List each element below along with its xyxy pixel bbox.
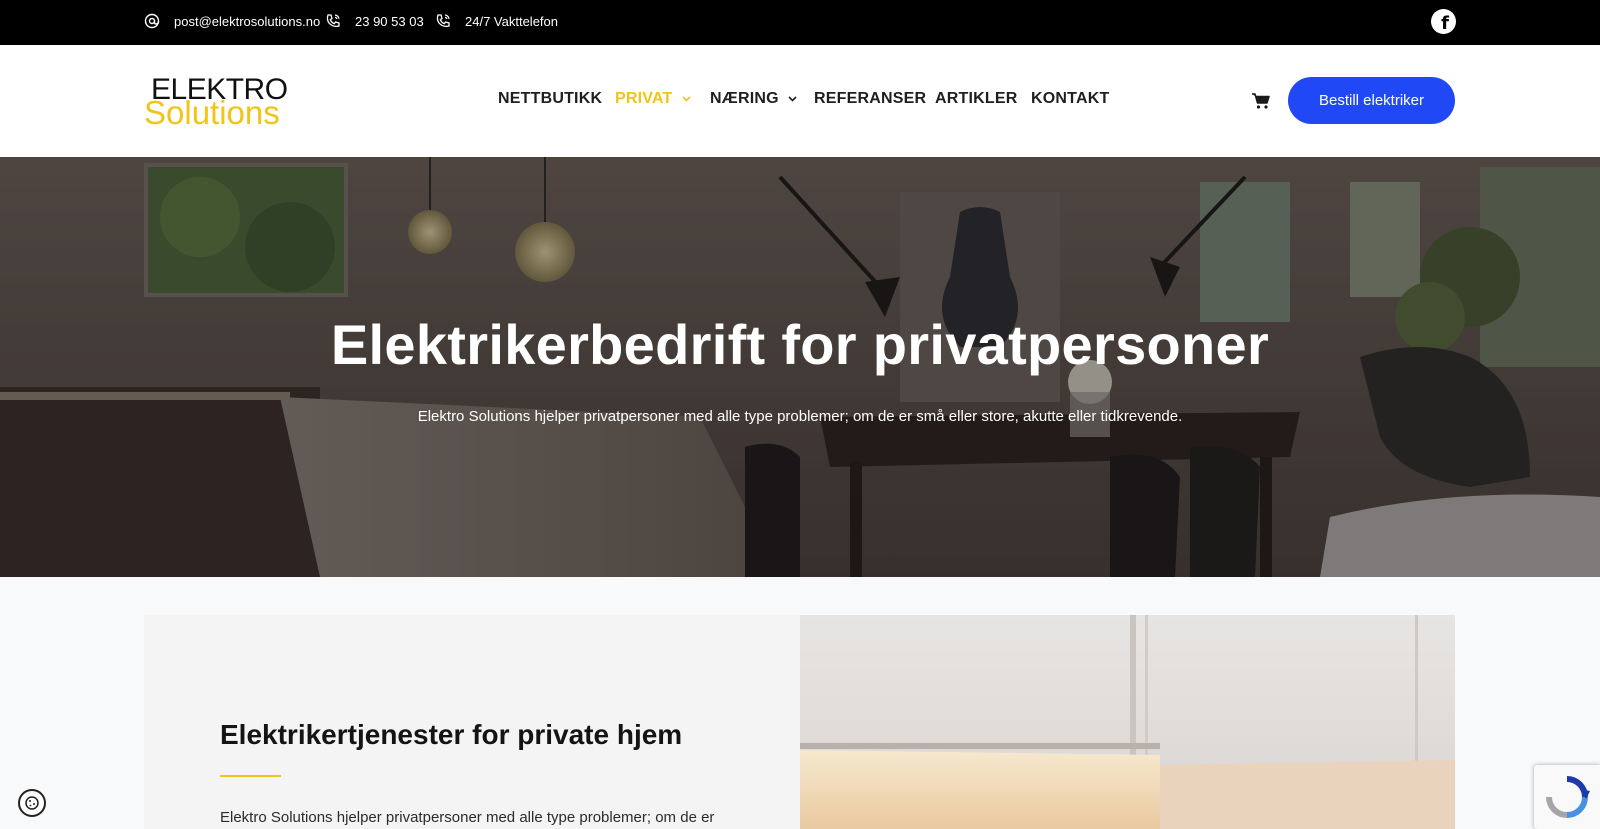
services-image (800, 615, 1455, 829)
phone-icon (325, 13, 341, 29)
hero-section: Elektrikerbedrift for privatpersoner Ele… (0, 157, 1600, 577)
nav-item-nettbutikk[interactable]: NETTBUTIKK (498, 90, 602, 108)
emergency-contact[interactable]: 24/7 Vakttelefon (435, 13, 558, 29)
phone-text: 23 90 53 03 (355, 13, 424, 29)
facebook-icon[interactable]: f (1431, 9, 1456, 34)
top-bar: post@elektrosolutions.no 23 90 53 03 24/… (0, 0, 1600, 45)
logo-line-2: Solutions (144, 94, 280, 131)
section-heading: Elektrikertjenester for private hjem (220, 719, 683, 750)
site-logo[interactable]: ELEKTRO Solutions (144, 73, 304, 133)
nav-item-naering[interactable]: NÆRING (710, 90, 797, 108)
recaptcha-badge[interactable] (1534, 765, 1600, 829)
nav-item-kontakt[interactable]: KONTAKT (1031, 90, 1109, 108)
site-header: ELEKTRO Solutions NETTBUTIKK PRIVAT NÆRI… (0, 45, 1600, 157)
nav-item-referanser[interactable]: REFERANSER (814, 90, 926, 108)
nav-item-privat[interactable]: PRIVAT (615, 90, 691, 108)
nav-label: REFERANSER (814, 90, 927, 107)
email-text: post@elektrosolutions.no (174, 13, 321, 29)
recaptcha-icon (1546, 776, 1590, 818)
section-body: Elektro Solutions hjelper privatpersoner… (220, 809, 715, 826)
nav-label: NÆRING (710, 90, 779, 107)
chevron-down-icon (681, 94, 691, 105)
chevron-down-icon (788, 94, 797, 105)
hero-subtitle: Elektro Solutions hjelper privatpersoner… (417, 408, 1183, 425)
email-contact[interactable]: post@elektrosolutions.no (144, 13, 320, 29)
nav-label: NETTBUTIKK (498, 90, 603, 107)
heading-underline (220, 775, 281, 777)
hero-title: Elektrikerbedrift for privatpersoner (330, 313, 1270, 376)
nav-label: ARTIKLER (935, 90, 1018, 107)
at-icon (144, 13, 160, 29)
phone-icon (435, 13, 451, 29)
nav-item-artikler[interactable]: ARTIKLER (935, 90, 1017, 108)
order-electrician-button[interactable]: Bestill elektriker (1288, 77, 1455, 124)
cart-icon[interactable] (1251, 92, 1271, 115)
nav-label: KONTAKT (1031, 90, 1110, 107)
phone-contact[interactable]: 23 90 53 03 (325, 13, 424, 29)
services-card: Elektrikertjenester for private hjem Ele… (144, 615, 800, 829)
nav-label: PRIVAT (615, 90, 673, 107)
cookie-settings-icon[interactable] (18, 789, 46, 817)
emergency-text: 24/7 Vakttelefon (465, 13, 558, 29)
